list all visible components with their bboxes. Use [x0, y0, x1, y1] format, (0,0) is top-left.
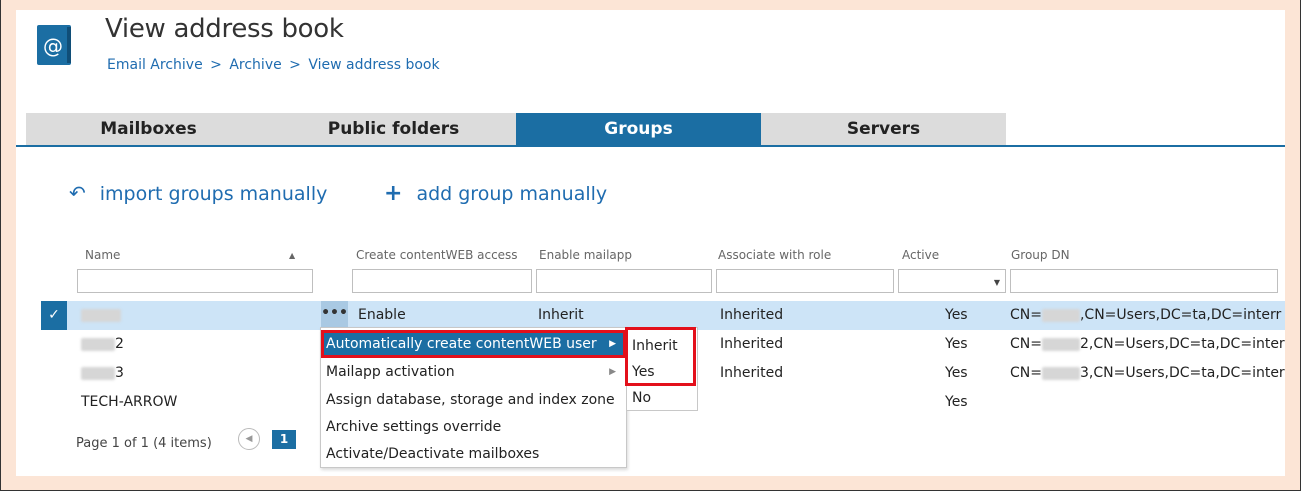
- name-filter-input[interactable]: [77, 269, 313, 293]
- row-actions-menu-icon[interactable]: •••: [321, 301, 348, 330]
- sort-ascending-icon[interactable]: ▲: [289, 251, 295, 260]
- add-group-button[interactable]: + add group manually: [384, 181, 607, 206]
- mailapp-filter-input[interactable]: [536, 269, 712, 293]
- import-groups-button[interactable]: ↶ import groups manually: [69, 181, 327, 205]
- menu-item-auto-create-contentweb-user[interactable]: Automatically create contentWEB user ▶: [321, 330, 626, 358]
- breadcrumb-archive[interactable]: Archive: [229, 57, 281, 73]
- chevron-down-icon: ▼: [993, 278, 1000, 287]
- tab-public-folders[interactable]: Public folders: [271, 113, 516, 145]
- page-title: View address book: [105, 14, 344, 44]
- contentweb-submenu: Inherit Yes No: [626, 327, 698, 411]
- row-name-redacted: [81, 307, 121, 323]
- row-role-value: Inherited: [720, 365, 784, 381]
- column-header-active[interactable]: Active: [902, 248, 939, 262]
- menu-item-archive-settings-override[interactable]: Archive settings override: [321, 413, 626, 441]
- pager-prev-icon[interactable]: ◀: [238, 428, 260, 450]
- row-active-value: Yes: [945, 336, 968, 352]
- address-book-at-icon: @: [37, 25, 71, 65]
- row-context-menu: Automatically create contentWEB user ▶ Ma…: [320, 327, 627, 468]
- column-header-group-dn[interactable]: Group DN: [1011, 248, 1070, 262]
- row-checkmark-icon[interactable]: ✓: [41, 301, 67, 330]
- column-header-mailapp[interactable]: Enable mailapp: [539, 248, 632, 262]
- row-role-value: Inherited: [720, 336, 784, 352]
- tab-bar: Mailboxes Public folders Groups Servers: [16, 113, 1285, 147]
- row-name: TECH-ARROW: [81, 394, 178, 410]
- row-name: 3: [81, 365, 124, 381]
- row-active-value: Yes: [945, 394, 968, 410]
- breadcrumb-view-address-book[interactable]: View address book: [308, 57, 439, 73]
- menu-item-mailapp-activation[interactable]: Mailapp activation ▶: [321, 358, 626, 386]
- row-group-dn: CN= 3,CN=Users,DC=ta,DC=inter: [1010, 365, 1285, 381]
- tab-servers[interactable]: Servers: [761, 113, 1006, 145]
- active-filter-select[interactable]: ▼: [898, 269, 1006, 293]
- column-header-role[interactable]: Associate with role: [718, 248, 831, 262]
- row-group-dn: CN= 2,CN=Users,DC=ta,DC=inter: [1010, 336, 1285, 352]
- row-active-value: Yes: [945, 365, 968, 381]
- row-group-dn: CN= ,CN=Users,DC=ta,DC=interr: [1010, 307, 1282, 323]
- submenu-item-no[interactable]: No: [627, 384, 697, 412]
- svg-text:@: @: [43, 34, 63, 58]
- menu-item-activate-deactivate-mailboxes[interactable]: Activate/Deactivate mailboxes: [321, 440, 626, 468]
- row-role-value: Inherited: [720, 307, 784, 323]
- column-header-name[interactable]: Name: [85, 248, 120, 262]
- tab-mailboxes[interactable]: Mailboxes: [26, 113, 271, 145]
- import-groups-label: import groups manually: [99, 183, 328, 205]
- table-row[interactable]: Enable Inherit Inherited Yes CN= ,CN=User…: [41, 301, 1285, 330]
- plus-icon: +: [384, 181, 403, 206]
- row-active-value: Yes: [945, 307, 968, 323]
- main-panel: @ View address book Email Archive > Arch…: [16, 10, 1285, 476]
- content-web-filter-input[interactable]: [352, 269, 532, 293]
- breadcrumb-separator: >: [210, 57, 222, 73]
- menu-item-assign-database[interactable]: Assign database, storage and index zone: [321, 386, 626, 414]
- row-content-web-value: Enable: [358, 307, 406, 323]
- role-filter-input[interactable]: [716, 269, 894, 293]
- row-mailapp-value: Inherit: [538, 307, 584, 323]
- tab-groups[interactable]: Groups: [516, 113, 761, 145]
- submenu-item-yes[interactable]: Yes: [627, 358, 697, 386]
- import-arrow-icon: ↶: [69, 181, 86, 205]
- column-header-content-web[interactable]: Create contentWEB access: [356, 248, 518, 262]
- breadcrumb: Email Archive > Archive > View address b…: [107, 57, 440, 73]
- submenu-item-inherit[interactable]: Inherit: [627, 332, 697, 360]
- pager-page-button[interactable]: 1: [272, 430, 296, 449]
- submenu-arrow-icon: ▶: [609, 367, 616, 377]
- row-name: 2: [81, 336, 124, 352]
- submenu-arrow-icon: ▶: [609, 339, 616, 349]
- add-group-label: add group manually: [416, 183, 608, 205]
- breadcrumb-email-archive[interactable]: Email Archive: [107, 57, 203, 73]
- pager-summary: Page 1 of 1 (4 items): [76, 436, 212, 451]
- group-dn-filter-input[interactable]: [1010, 269, 1278, 293]
- breadcrumb-separator: >: [289, 57, 301, 73]
